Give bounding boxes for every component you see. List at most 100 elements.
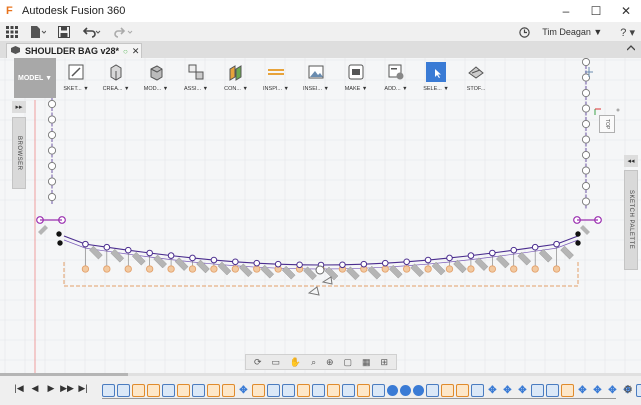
user-menu[interactable]: Tim Deagan ▼ [542,27,602,37]
help-icon[interactable]: ? ▾ [614,22,641,42]
toolbar-modify-button[interactable]: MOD... ▼ [136,58,176,100]
maximize-button[interactable]: ☐ [581,0,611,22]
zoom-icon[interactable]: ⌕ [311,357,316,368]
timeline-feature-extrude[interactable] [327,383,340,397]
midpoint-glyph [315,265,325,275]
toolbar-label: SELE... ▼ [423,86,449,92]
toolbar-select-button[interactable]: SELE... ▼ [416,58,456,100]
timeline-feature-move[interactable]: ✥ [516,384,529,397]
step-forward-button[interactable]: ▶▶ [60,383,74,394]
display-settings-icon[interactable]: ▢ [344,357,353,368]
fit-icon[interactable]: ⊕ [326,357,334,368]
toolbar-sketch-button[interactable]: SKET... ▼ [56,58,96,100]
timeline-feature-body[interactable] [413,384,424,396]
timeline-feature-sketch[interactable] [471,383,484,397]
constraint-glyph [388,264,403,279]
sketch-drawing[interactable] [0,58,641,373]
timeline-feature-extrude[interactable] [147,383,160,397]
timeline-feature-sketch[interactable] [267,383,280,397]
toolbar-construct-button[interactable]: CON... ▼ [216,58,256,100]
timeline-feature-sketch[interactable] [426,383,439,397]
timeline-feature-sketch[interactable] [636,383,641,397]
timeline-feature-sketch[interactable] [282,383,295,397]
timeline-feature-sketch[interactable] [546,383,559,397]
chevron-up-icon[interactable] [626,43,636,54]
redo-icon[interactable] [108,22,140,42]
toolbar-stop-sketch-button[interactable]: STOF... [456,58,496,100]
viewcube-top-face[interactable]: TOP [599,115,615,133]
pan-icon[interactable]: ✋ [290,357,301,368]
sketch-point [81,265,90,273]
sketch-point [167,252,175,259]
file-menu-icon[interactable] [24,22,52,42]
timeline-feature-extrude[interactable] [561,383,574,397]
timeline-feature-move[interactable]: ✥ [486,384,499,397]
title-bar: F Autodesk Fusion 360 – ☐ ✕ [0,0,641,22]
look-at-icon[interactable]: ▭ [271,357,280,368]
select-icon [426,62,446,82]
document-title: SHOULDER BAG v28* [25,46,120,56]
workspace-switcher[interactable]: MODEL ▼ [14,58,56,98]
sketch-point [510,265,518,273]
constraint-glyph [367,265,382,280]
toolbar-label: SKET... ▼ [63,86,89,92]
timeline-feature-body[interactable] [400,384,411,396]
timeline-feature-sketch[interactable] [312,383,325,397]
timeline-feature-sketch[interactable] [531,383,544,397]
timeline-feature-extrude[interactable] [252,383,265,397]
toolbar-create-button[interactable]: CREA... ▼ [96,58,136,100]
timeline-feature-extrude[interactable] [222,383,235,397]
timeline-feature-extrude[interactable] [456,383,469,397]
close-button[interactable]: ✕ [611,0,641,22]
timeline-feature-body[interactable] [387,384,398,396]
timeline-feature-extrude[interactable] [132,383,145,397]
timeline-feature-extrude[interactable] [177,383,190,397]
browser-panel-tab[interactable]: BROWSER [12,117,26,189]
timeline-feature-sketch[interactable] [102,383,115,397]
timeline-feature-move[interactable]: ✥ [591,384,604,397]
step-back-button[interactable]: ◀ [28,383,42,394]
document-tab[interactable]: SHOULDER BAG v28* ○ ✕ [6,43,142,58]
play-button[interactable]: ▶ [44,383,58,394]
undo-icon[interactable] [76,22,108,42]
viewcube[interactable]: TOP [592,106,622,136]
design-canvas[interactable] [0,58,641,373]
constraint-glyph [38,225,48,235]
toolbar-label: MAKE ▼ [344,86,368,92]
job-status-icon[interactable] [513,22,536,42]
toolbar-label: ADD... ▼ [384,86,408,92]
expand-palette-icon[interactable]: ◂◂ [624,155,638,167]
toolbar-addins-button[interactable]: ADD... ▼ [376,58,416,100]
toolbar-inspect-button[interactable]: INSPI... ▼ [256,58,296,100]
timeline-feature-sketch[interactable] [342,383,355,397]
minimize-button[interactable]: – [551,0,581,22]
timeline-feature-sketch[interactable] [192,383,205,397]
timeline-feature-extrude[interactable] [297,383,310,397]
timeline-settings-icon[interactable]: ⚙ [623,383,633,396]
tab-close-icon[interactable]: ✕ [132,46,140,57]
timeline-feature-extrude[interactable] [207,383,220,397]
expand-browser-icon[interactable]: ▸▸ [12,101,26,113]
timeline-feature-move[interactable]: ✥ [606,384,619,397]
go-to-start-button[interactable]: |◀ [12,383,26,394]
save-icon[interactable] [52,22,76,42]
timeline-feature-move[interactable]: ✥ [576,384,589,397]
toolbar-insert-button[interactable]: INSEI... ▼ [296,58,336,100]
toolbar-make-button[interactable]: MAKE ▼ [336,58,376,100]
toolbar-assemble-button[interactable]: ASSI... ▼ [176,58,216,100]
component-icon [11,46,20,56]
sketch-point [553,240,560,248]
sketch-palette-tab[interactable]: SKETCH PALETTE [624,170,638,270]
grid-settings-icon[interactable]: ▦ [362,357,371,368]
timeline-feature-move[interactable]: ✥ [501,384,514,397]
timeline-feature-sketch[interactable] [372,383,385,397]
go-to-end-button[interactable]: ▶| [76,383,90,394]
viewports-icon[interactable]: ⊞ [380,357,388,368]
timeline-feature-sketch[interactable] [162,383,175,397]
orbit-icon[interactable]: ⟳ [254,357,262,368]
timeline-feature-move[interactable]: ✥ [237,384,250,397]
timeline-feature-extrude[interactable] [357,383,370,397]
timeline-feature-sketch[interactable] [117,383,130,397]
timeline-feature-extrude[interactable] [441,383,454,397]
data-panel-icon[interactable] [0,22,24,42]
